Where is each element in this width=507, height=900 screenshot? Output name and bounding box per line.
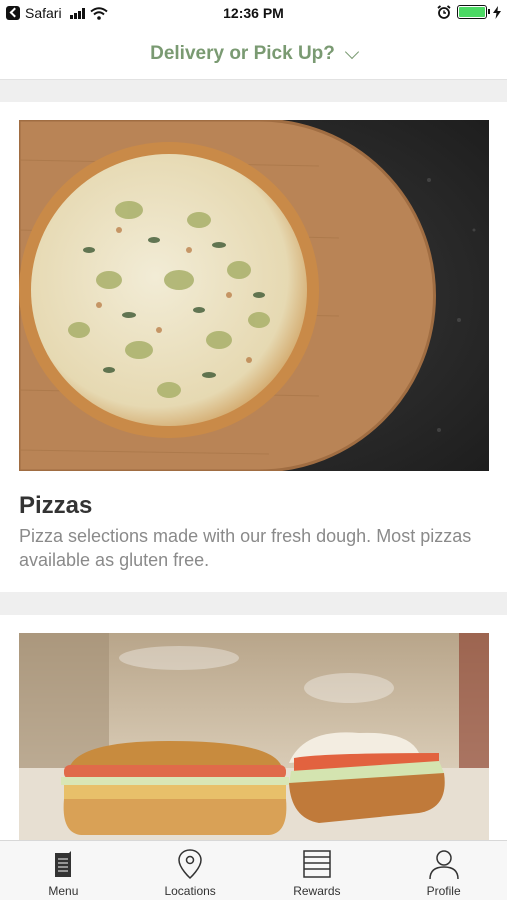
category-list[interactable]: Pizzas Pizza selections made with our fr… xyxy=(0,80,507,840)
tab-rewards[interactable]: Rewards xyxy=(254,841,381,900)
sandwich-image xyxy=(19,633,489,840)
order-mode-selector[interactable]: Delivery or Pick Up? xyxy=(0,28,507,80)
status-bar: Safari 12:36 PM xyxy=(0,0,507,28)
tab-locations-label: Locations xyxy=(164,884,216,898)
category-title: Pizzas xyxy=(19,492,93,519)
chevron-down-icon xyxy=(344,44,359,59)
menu-icon xyxy=(55,851,72,877)
profile-icon xyxy=(428,850,459,880)
rewards-icon xyxy=(303,850,331,878)
battery-icon xyxy=(457,5,490,19)
category-card-pizzas[interactable]: Pizzas Pizza selections made with our fr… xyxy=(0,102,507,592)
tab-menu-label: Menu xyxy=(48,884,79,898)
tab-bar: Menu Locations Rewards Profile xyxy=(0,840,507,900)
pizza-image xyxy=(19,120,489,471)
tab-profile-label: Profile xyxy=(426,884,461,898)
category-card-sandwiches[interactable] xyxy=(0,615,507,840)
charging-bolt-icon xyxy=(493,5,501,19)
tab-profile[interactable]: Profile xyxy=(380,841,507,900)
tab-rewards-label: Rewards xyxy=(293,884,341,898)
tab-locations[interactable]: Locations xyxy=(127,841,254,900)
clock: 12:36 PM xyxy=(223,5,284,21)
order-mode-title: Delivery or Pick Up? xyxy=(150,42,335,64)
category-description: Pizza selections made with our fresh dou… xyxy=(19,526,472,570)
tab-menu[interactable]: Menu xyxy=(0,841,127,900)
alarm-icon xyxy=(437,5,451,19)
location-pin-icon xyxy=(178,849,202,880)
